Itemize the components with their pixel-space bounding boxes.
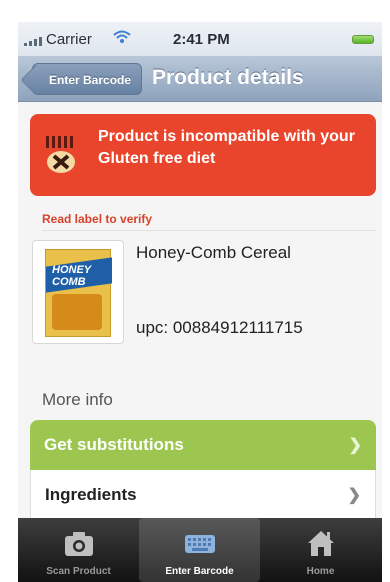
verify-note: Read label to verify bbox=[42, 212, 153, 226]
back-button[interactable]: Enter Barcode bbox=[32, 63, 143, 95]
tab-home[interactable]: Home bbox=[260, 518, 381, 582]
tab-label: Enter Barcode bbox=[165, 566, 234, 577]
product-name: Honey-Comb Cereal bbox=[136, 243, 291, 262]
tab-bar: Scan Product Enter Barcode Home bbox=[18, 518, 382, 582]
get-substitutions-label: Get substitutions bbox=[44, 435, 184, 454]
tab-scan-product[interactable]: Scan Product bbox=[18, 518, 139, 582]
wifi-icon bbox=[113, 30, 131, 43]
home-icon bbox=[308, 531, 334, 556]
status-bar: Carrier 2:41 PM bbox=[18, 22, 382, 56]
product-image: HONEY COMB bbox=[32, 240, 124, 344]
keyboard-icon bbox=[185, 535, 215, 553]
navigation-bar: Enter Barcode Product details bbox=[18, 56, 382, 102]
back-button-label: Enter Barcode bbox=[49, 73, 132, 87]
ingredients-row[interactable]: Ingredients ❯ bbox=[30, 470, 376, 520]
camera-icon bbox=[65, 532, 93, 556]
incompatibility-alert: Product is incompatible with your Gluten… bbox=[30, 114, 376, 196]
alert-message: Product is incompatible with your Gluten… bbox=[98, 128, 355, 167]
chevron-right-icon: ❯ bbox=[347, 487, 361, 504]
ingredients-label: Ingredients bbox=[45, 485, 137, 504]
chevron-right-icon: ❯ bbox=[348, 437, 362, 454]
page-title: Product details bbox=[152, 66, 304, 89]
tab-label: Home bbox=[306, 566, 335, 577]
grain-warning-icon bbox=[46, 136, 75, 173]
more-info-heading: More info bbox=[42, 390, 113, 409]
tab-label: Scan Product bbox=[46, 566, 111, 577]
product-upc: upc: 00884912111715 bbox=[136, 318, 303, 337]
divider bbox=[42, 230, 376, 231]
signal-icon bbox=[24, 37, 42, 46]
product-details-content: Product is incompatible with your Gluten… bbox=[18, 102, 382, 520]
tab-enter-barcode[interactable]: Enter Barcode bbox=[139, 518, 260, 582]
carrier-label: Carrier bbox=[46, 31, 92, 48]
battery-icon bbox=[352, 35, 374, 44]
cereal-box-image: HONEY COMB bbox=[45, 249, 112, 337]
clock: 2:41 PM bbox=[173, 31, 230, 48]
cereal-box-text: HONEY COMB bbox=[52, 264, 91, 288]
get-substitutions-row[interactable]: Get substitutions ❯ bbox=[30, 420, 376, 470]
phone-screen: Carrier 2:41 PM Enter Barcode Product de… bbox=[18, 22, 382, 582]
